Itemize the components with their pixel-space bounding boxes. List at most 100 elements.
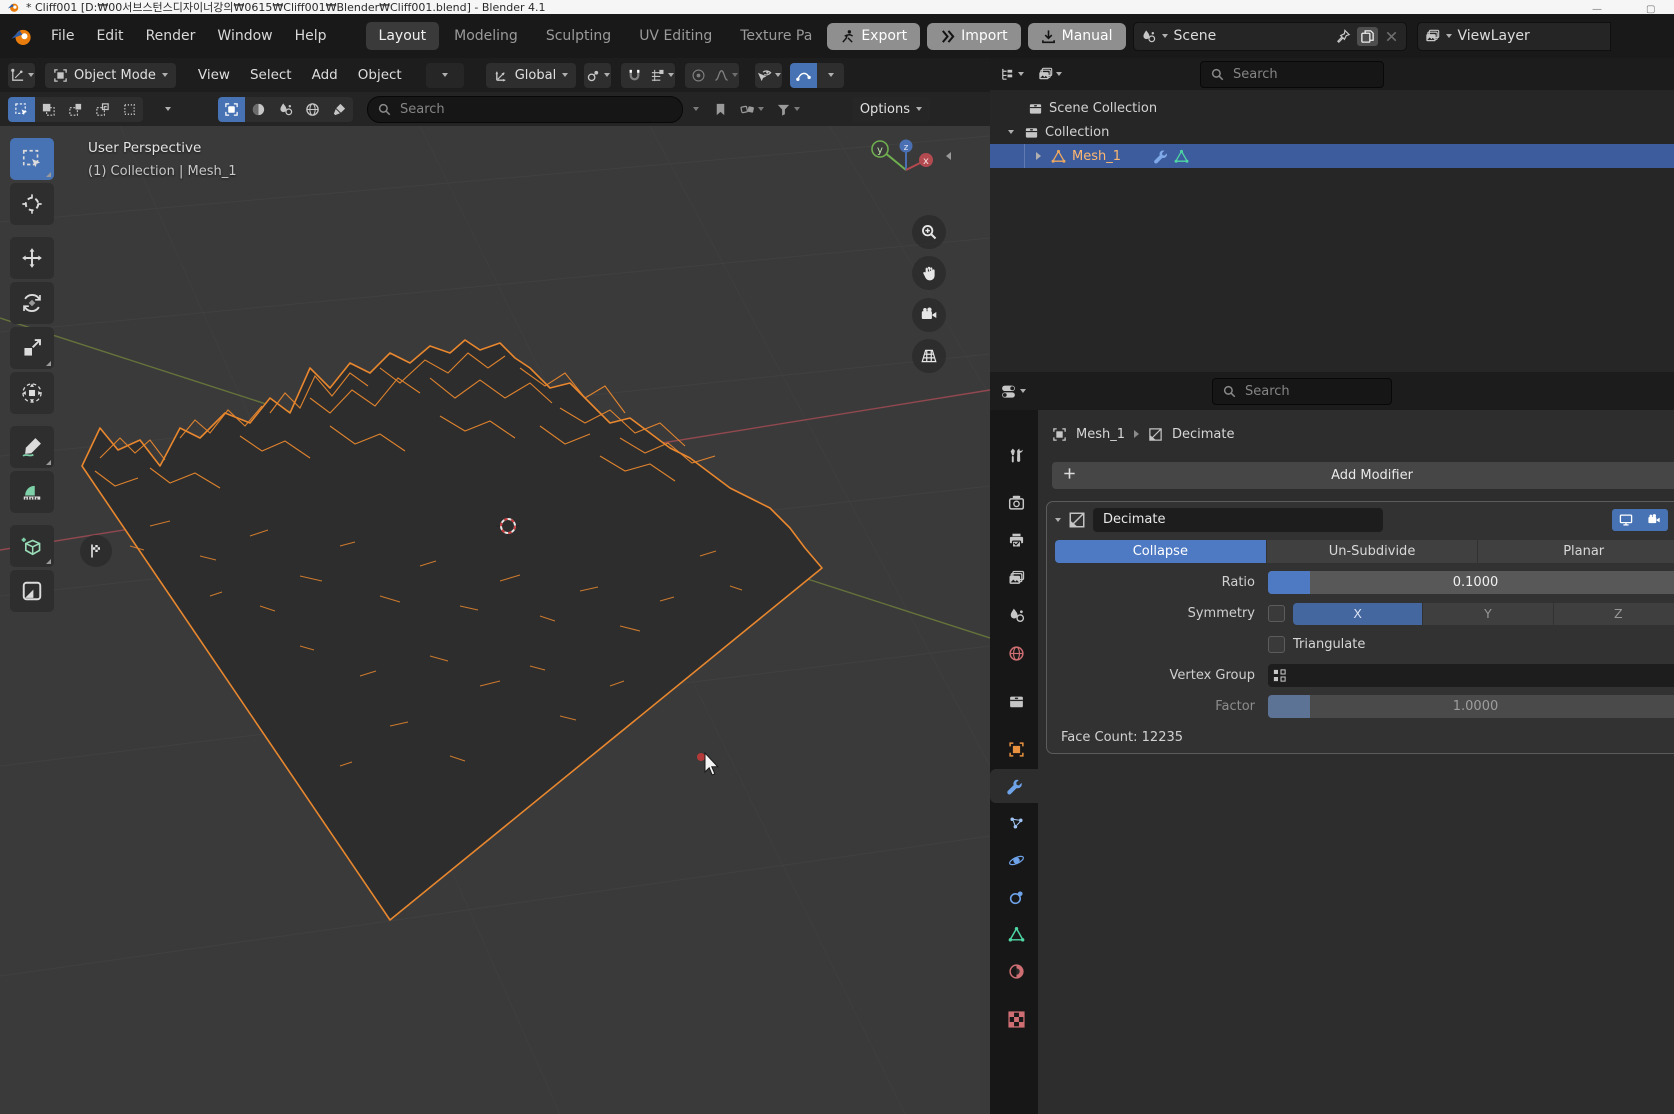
tool-rotate[interactable] <box>10 282 54 324</box>
outliner-search-input[interactable] <box>1231 66 1374 83</box>
checker-flag-button[interactable] <box>80 535 112 567</box>
tab-output-properties[interactable] <box>994 523 1038 557</box>
mode-dropdown[interactable]: Object Mode <box>45 63 176 88</box>
menu-add[interactable]: Add <box>302 67 348 83</box>
tab-data-properties[interactable] <box>994 917 1038 951</box>
menu-render[interactable]: Render <box>135 24 207 48</box>
expand-chevron-icon[interactable] <box>1008 130 1014 134</box>
maximize-button[interactable]: ▢ <box>1646 2 1655 14</box>
select-mode-extend[interactable] <box>35 97 62 122</box>
orthographic-toggle-button[interactable] <box>912 339 946 373</box>
properties-search-input[interactable] <box>1243 383 1382 400</box>
properties-search[interactable] <box>1212 378 1392 405</box>
zoom-button[interactable] <box>912 215 946 249</box>
workspace-tab-uv-editing[interactable]: UV Editing <box>626 22 725 50</box>
vertex-group-field[interactable] <box>1268 664 1674 687</box>
mode-collapse-button[interactable]: Collapse <box>1055 540 1266 563</box>
blender-menu-icon[interactable] <box>10 25 32 47</box>
camera-view-button[interactable] <box>912 298 946 332</box>
tab-scene-properties[interactable] <box>994 598 1038 632</box>
sidebar-collapse-arrow[interactable] <box>946 152 951 160</box>
shading-material-button[interactable] <box>272 97 299 122</box>
breadcrumb-object[interactable]: Mesh_1 <box>1076 427 1125 442</box>
workspace-tab-layout[interactable]: Layout <box>366 22 440 50</box>
menu-object[interactable]: Object <box>348 67 412 83</box>
collapse-chevron-icon[interactable] <box>1036 152 1041 160</box>
axis-z-button[interactable]: Z <box>1554 603 1674 625</box>
tab-physics-properties[interactable] <box>994 843 1038 877</box>
display-render-toggle[interactable] <box>1640 509 1668 531</box>
outliner-filter-dropdown[interactable] <box>1038 67 1062 82</box>
shading-matcap-button[interactable] <box>245 97 272 122</box>
shading-texture-button[interactable] <box>326 97 353 122</box>
tab-world-properties[interactable] <box>994 636 1038 670</box>
factor-slider[interactable]: 1.0000 <box>1268 695 1674 718</box>
tab-constraint-properties[interactable] <box>994 880 1038 914</box>
snap-target-dropdown[interactable] <box>648 63 675 88</box>
import-button[interactable]: Import <box>927 23 1020 50</box>
select-mode-set[interactable] <box>8 97 35 122</box>
tool-extra[interactable] <box>10 570 54 612</box>
outliner-item-scene-collection[interactable]: Scene Collection <box>990 96 1674 120</box>
proportional-falloff-dropdown[interactable] <box>712 63 739 88</box>
tool-annotate[interactable] <box>10 426 54 468</box>
mode-planar-button[interactable]: Planar <box>1478 540 1674 563</box>
terrain-mesh[interactable] <box>82 340 822 920</box>
tool-transform[interactable] <box>10 372 54 414</box>
editor-type-button[interactable] <box>8 63 35 88</box>
tool-settings-dropdown[interactable] <box>426 63 464 88</box>
tool-add-cube[interactable] <box>10 525 54 567</box>
ratio-slider[interactable]: 0.1000 <box>1268 571 1674 594</box>
tool-cursor[interactable] <box>10 183 54 225</box>
tab-texture-properties[interactable] <box>994 1002 1038 1036</box>
show-gizmo-dropdown[interactable] <box>755 63 782 88</box>
tool-measure[interactable] <box>10 471 54 513</box>
viewlayer-selector[interactable]: ViewLayer <box>1417 22 1611 51</box>
chevron-down-icon[interactable] <box>165 107 171 111</box>
workspace-tab-modeling[interactable]: Modeling <box>441 22 531 50</box>
outliner-search[interactable] <box>1200 61 1384 88</box>
unlink-scene-icon[interactable] <box>1384 29 1399 44</box>
mode-unsubdivide-button[interactable]: Un-Subdivide <box>1267 540 1478 563</box>
tool-move[interactable] <box>10 237 54 279</box>
material-gradient-cube-icon[interactable] <box>185 100 204 119</box>
minimize-button[interactable]: — <box>1592 2 1602 14</box>
display-mode-dropdown[interactable] <box>1000 67 1024 82</box>
tool-search[interactable] <box>367 96 683 123</box>
menu-file[interactable]: File <box>40 24 85 48</box>
select-mode-intersect[interactable] <box>116 97 143 122</box>
pin-icon[interactable] <box>1336 29 1351 44</box>
triangulate-checkbox[interactable] <box>1268 636 1285 653</box>
viewport-3d[interactable]: Object Mode View Select Add Object Globa… <box>0 58 990 1114</box>
symmetry-checkbox[interactable] <box>1268 605 1285 622</box>
snap-toggle[interactable] <box>621 63 648 88</box>
outliner-item-mesh[interactable]: Mesh_1 <box>990 144 1674 168</box>
menu-view[interactable]: View <box>188 67 240 83</box>
workspace-tab-texture-paint[interactable]: Texture Pa <box>727 22 825 50</box>
menu-window[interactable]: Window <box>206 24 283 48</box>
chevron-down-icon[interactable] <box>693 107 699 111</box>
navigation-gizmo[interactable]: y z x <box>862 138 934 190</box>
tab-tool-properties[interactable] <box>994 438 1038 472</box>
tab-material-properties[interactable] <box>994 954 1038 988</box>
menu-select[interactable]: Select <box>240 67 302 83</box>
tab-collection-properties[interactable] <box>994 684 1038 718</box>
manual-button[interactable]: Manual <box>1028 23 1126 50</box>
axis-x-button[interactable]: X <box>1293 603 1422 625</box>
display-viewport-toggle[interactable] <box>1612 509 1640 531</box>
transform-orientation-dropdown[interactable]: Global <box>486 63 576 88</box>
add-modifier-button[interactable]: Add Modifier <box>1052 462 1674 489</box>
menu-help[interactable]: Help <box>284 24 338 48</box>
tool-select-box[interactable] <box>10 138 54 180</box>
select-mode-subtract[interactable] <box>62 97 89 122</box>
options-dropdown[interactable]: Options <box>852 97 930 122</box>
breadcrumb-modifier[interactable]: Decimate <box>1172 427 1235 442</box>
pivot-point-dropdown[interactable] <box>584 63 611 88</box>
filter-dropdown[interactable] <box>776 102 800 117</box>
proportional-editing-toggle[interactable] <box>685 63 712 88</box>
tab-object-properties[interactable] <box>994 732 1038 766</box>
new-scene-button[interactable] <box>1357 27 1378 46</box>
tool-search-input[interactable] <box>398 101 673 118</box>
bookmark-icon[interactable] <box>713 102 728 117</box>
axis-y-button[interactable]: Y <box>1423 603 1552 625</box>
